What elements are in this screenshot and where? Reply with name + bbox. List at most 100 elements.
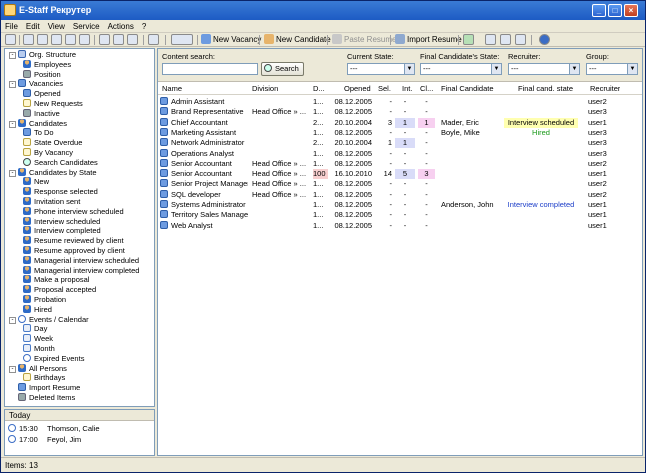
table-row[interactable]: Marketing Assistant 1... 08.12.2005- - - Boyl… — [158, 127, 642, 138]
cut-icon[interactable] — [23, 34, 34, 45]
column-header[interactable]: Cl... — [420, 84, 433, 94]
minimize-button[interactable]: _ — [592, 4, 606, 17]
column-header[interactable]: Opened — [344, 84, 371, 94]
tree-item[interactable]: Interview completed — [23, 226, 101, 236]
new-vacancy-button[interactable]: New Vacancy — [201, 34, 261, 46]
expand-toggle-icon[interactable]: - — [9, 52, 16, 59]
tree-item[interactable]: Make a proposal — [23, 275, 89, 285]
table-row[interactable]: Territory Sales Manager 1... 08.12.2005- - -… — [158, 210, 642, 220]
menu-edit[interactable]: Edit — [22, 20, 44, 33]
chart-icon[interactable] — [485, 34, 496, 45]
table-row[interactable]: Senior Accountant Head Office » ... 100 16.… — [158, 169, 642, 180]
help-icon[interactable] — [539, 34, 550, 45]
tree-item[interactable]: Import Resume — [18, 383, 80, 393]
stats-icon[interactable] — [515, 34, 526, 45]
tree-item[interactable]: Search Candidates — [23, 157, 98, 168]
tree-item[interactable]: New — [23, 177, 49, 187]
undo-icon[interactable] — [65, 34, 76, 45]
content-search-input[interactable] — [162, 63, 258, 75]
menu-view[interactable]: View — [44, 20, 69, 33]
tree-item[interactable]: Deleted Items — [18, 393, 75, 403]
tree-item[interactable]: - Vacancies — [9, 79, 63, 89]
tree-item[interactable]: Resume approved by client — [23, 246, 125, 256]
group-select[interactable]: --- ▼ — [586, 63, 638, 75]
print-icon[interactable] — [5, 34, 16, 45]
new-candidate-button[interactable]: New Candidate — [264, 34, 331, 46]
table-row[interactable]: Brand Representative Head Office » ... 1..… — [158, 107, 642, 117]
table-row[interactable]: Admin Assistant 1... 08.12.2005 - - - user2 — [158, 97, 642, 107]
column-header[interactable]: Sel. — [378, 84, 391, 94]
recruiter-select[interactable]: --- ▼ — [508, 63, 580, 75]
tree-item[interactable]: Managerial interview completed — [23, 265, 139, 276]
column-header[interactable]: Final Candidate — [441, 84, 494, 94]
tree-item[interactable]: Day — [23, 324, 47, 334]
expand-toggle-icon[interactable]: - — [9, 316, 16, 324]
table-row[interactable]: Web Analyst 1... 08.12.2005- - - user1 — [158, 220, 642, 231]
tree-item[interactable]: - Org. Structure — [9, 50, 76, 60]
tree-item[interactable]: Interview scheduled — [23, 216, 100, 227]
current-state-select[interactable]: --- ▼ — [347, 63, 415, 75]
tree-item[interactable]: Managerial interview scheduled — [23, 255, 139, 266]
list-view-icon[interactable] — [99, 34, 110, 45]
table-row[interactable]: SQL developer Head Office » ... 1... 08.12.… — [158, 189, 642, 200]
tree-item[interactable]: Hired — [23, 304, 52, 315]
window-icon[interactable] — [127, 34, 138, 45]
column-header[interactable]: Name — [162, 84, 182, 94]
table-row[interactable]: Systems Administrator 1... 08.12.2005 - - - An… — [158, 200, 642, 210]
expand-toggle-icon[interactable]: - — [9, 169, 16, 177]
tree-item[interactable]: Invitation sent — [23, 197, 80, 207]
final-state-select[interactable]: --- ▼ — [420, 63, 502, 75]
panel-icon[interactable] — [148, 34, 159, 45]
table-row[interactable]: Network Administrator 2... 20.10.2004 1 1- us… — [158, 138, 642, 149]
tree-item[interactable]: Position — [23, 69, 61, 80]
table-row[interactable]: Senior Project Manager - ... Head Office … — [158, 179, 642, 189]
tree-item[interactable]: State Overdue — [23, 138, 82, 148]
tree-item[interactable]: By Vacancy — [23, 148, 73, 158]
tree-item[interactable]: - All Persons — [9, 363, 67, 374]
tree-item[interactable]: Proposal accepted — [23, 285, 96, 295]
tree-item[interactable]: Probation — [23, 295, 66, 305]
tree-item[interactable]: Month — [23, 344, 55, 354]
excel-icon[interactable] — [463, 34, 474, 45]
tree-item[interactable]: Opened — [23, 89, 61, 99]
delete-icon[interactable] — [79, 34, 90, 45]
column-header[interactable]: Recruiter — [590, 84, 620, 94]
close-button[interactable]: × — [624, 4, 638, 17]
column-header[interactable]: D... — [313, 84, 325, 94]
tree-item[interactable]: - Candidates by State — [9, 167, 97, 178]
tree-item[interactable]: To Do — [23, 128, 54, 138]
maximize-button[interactable]: □ — [608, 4, 622, 17]
column-header[interactable]: Final cand. state — [518, 84, 573, 94]
menu-help[interactable]: ? — [138, 20, 150, 33]
tree-item[interactable]: Resume reviewed by client — [23, 236, 124, 246]
copy-icon[interactable] — [37, 34, 48, 45]
tree-item[interactable]: Birthdays — [23, 373, 65, 383]
menu-file[interactable]: File — [1, 20, 22, 33]
paste-icon[interactable] — [51, 34, 62, 45]
import-resume-button[interactable]: Import Resume — [395, 34, 462, 46]
expand-toggle-icon[interactable]: - — [9, 365, 16, 373]
paste-resume-button[interactable]: Paste Resume — [332, 34, 396, 46]
column-header[interactable]: Division — [252, 84, 278, 94]
tree-item[interactable]: Inactive — [23, 108, 60, 119]
tree-item[interactable]: Response selected — [23, 187, 98, 197]
tree-item[interactable]: - Events / Calendar — [9, 314, 89, 325]
menu-actions[interactable]: Actions — [104, 20, 138, 33]
tree-item[interactable]: Week — [23, 334, 53, 344]
table-row[interactable]: Chief Accountant 2... 20.10.2004 3 1 1 Mader, … — [158, 117, 642, 128]
tree-item[interactable]: New Requests — [23, 99, 83, 109]
menu-service[interactable]: Service — [69, 20, 104, 33]
search-button[interactable]: Search — [261, 62, 304, 76]
table-row[interactable]: Operations Analyst 1... 08.12.2005- - - user3 — [158, 148, 642, 159]
table-row[interactable]: Senior Accountant Head Office » ... 1... 08… — [158, 158, 642, 169]
tree-item[interactable]: Expired Events — [23, 353, 84, 364]
event-item[interactable]: 17:00 Feyol, Jim — [8, 435, 81, 445]
event-item[interactable]: 15:30 Thomson, Calie — [8, 424, 100, 434]
person-icon[interactable] — [113, 34, 124, 45]
clock-dropdown-icon[interactable] — [171, 34, 193, 45]
tree-item[interactable]: - Candidates — [9, 118, 67, 129]
report-icon[interactable] — [500, 34, 511, 45]
tree-item[interactable]: Employees — [23, 59, 71, 70]
expand-toggle-icon[interactable]: - — [9, 120, 16, 128]
expand-toggle-icon[interactable]: - — [9, 81, 16, 89]
